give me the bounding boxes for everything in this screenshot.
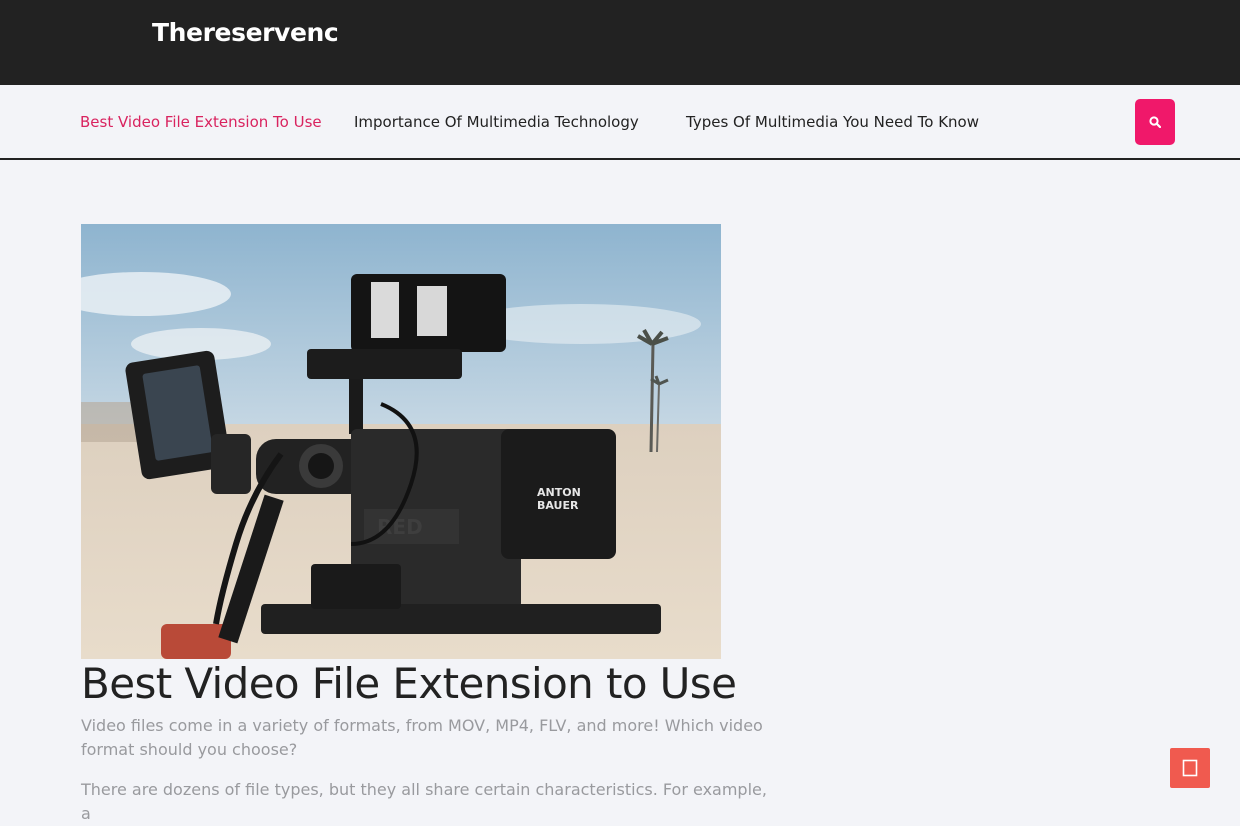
battery-brand-line-2: BAUER <box>537 499 579 512</box>
article-title[interactable]: Best Video File Extension to Use <box>81 655 781 713</box>
search-button[interactable] <box>1135 99 1175 145</box>
nav-item-importance-of-multimedia[interactable]: Importance Of Multimedia Technology <box>354 111 639 133</box>
battery-brand-line-1: ANTON <box>537 486 581 499</box>
article-body-paragraph: There are dozens of file types, but they… <box>81 780 767 823</box>
hero-image[interactable]: RED ANTON BAUER <box>81 224 721 659</box>
site-title[interactable]: Thereservenc <box>152 16 339 50</box>
nav-item-types-of-multimedia[interactable]: Types Of Multimedia You Need To Know <box>686 111 979 133</box>
arrow-up-icon <box>1182 759 1198 777</box>
nav-item-best-video-file-extension[interactable]: Best Video File Extension To Use <box>80 111 322 133</box>
search-icon <box>1149 116 1161 128</box>
camera-on-beach-photo: RED ANTON BAUER <box>81 224 721 659</box>
primary-nav: Best Video File Extension To Use Importa… <box>0 85 1240 160</box>
back-to-top-button[interactable] <box>1170 748 1210 788</box>
article-intro-paragraph: Video files come in a variety of formats… <box>81 716 763 759</box>
site-header: Thereservenc <box>0 0 1240 85</box>
red-camera-logo: RED <box>377 515 423 539</box>
